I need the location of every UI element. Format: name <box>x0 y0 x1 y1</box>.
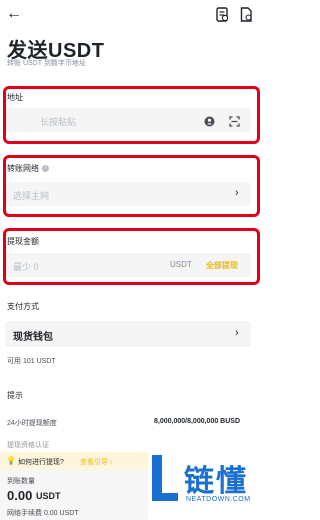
chevron-right-icon: › <box>235 327 239 339</box>
network-select[interactable]: 选择主网 › <box>5 182 251 206</box>
max-withdraw-button[interactable]: 全部提现 <box>206 260 238 271</box>
info-icon[interactable]: i <box>42 165 49 173</box>
limit-value: 8,000,000/8,000,000 BUSD <box>154 418 241 425</box>
amount-placeholder: 最少 0 <box>13 262 39 272</box>
receive-label: 到账数量 <box>7 478 35 485</box>
payment-select[interactable]: 现货钱包 › <box>5 321 251 347</box>
limit-label: 24小时提现额度 <box>7 420 57 427</box>
lightbulb-icon: 💡 <box>6 456 16 465</box>
payment-label: 支付方式 <box>7 302 39 311</box>
top-bar: ← <box>0 0 263 30</box>
amount-input[interactable]: 最少 0 USDT 全部提现 <box>5 253 251 277</box>
address-placeholder: 长按粘贴 <box>40 117 77 127</box>
chevron-right-icon: › <box>235 187 239 199</box>
contact-icon[interactable] <box>204 114 215 132</box>
tip-text: 如何进行提现? <box>18 459 64 466</box>
file-icon[interactable] <box>240 7 253 22</box>
available-balance: 可用 101 USDT <box>7 358 56 365</box>
receive-unit: USDT <box>36 491 61 501</box>
receive-value: 0.00 <box>7 488 33 503</box>
partial-row: 提现资格认证 <box>7 442 49 449</box>
history-icon[interactable] <box>216 7 229 22</box>
fee-text: 网络手续费 0.00 USDT <box>7 510 79 517</box>
amount-currency: USDT <box>170 260 192 269</box>
payment-value: 现货钱包 <box>13 332 53 343</box>
watermark: 链懂 NEATDOWN.COM <box>148 450 263 520</box>
watermark-url: NEATDOWN.COM <box>186 496 251 503</box>
tip-link[interactable]: 查看引导 › <box>80 457 112 467</box>
notice-label: 提示 <box>7 391 23 400</box>
address-input[interactable]: 长按粘贴 <box>5 108 251 132</box>
address-label: 地址 <box>7 93 23 102</box>
amount-label: 提现金额 <box>7 237 39 246</box>
page-subtitle: 转账 USDT 到数字币地址 <box>7 60 86 67</box>
network-placeholder: 选择主网 <box>13 191 50 201</box>
back-arrow-icon[interactable]: ← <box>6 5 22 23</box>
watermark-logo <box>152 455 178 501</box>
scan-icon[interactable] <box>229 114 240 132</box>
network-label-text: 转账网络 <box>7 164 39 173</box>
watermark-brand: 链懂 <box>184 465 248 498</box>
network-label: 转账网络 i <box>7 163 49 174</box>
tip-bar[interactable]: 💡 如何进行提现? 查看引导 › <box>0 452 160 470</box>
